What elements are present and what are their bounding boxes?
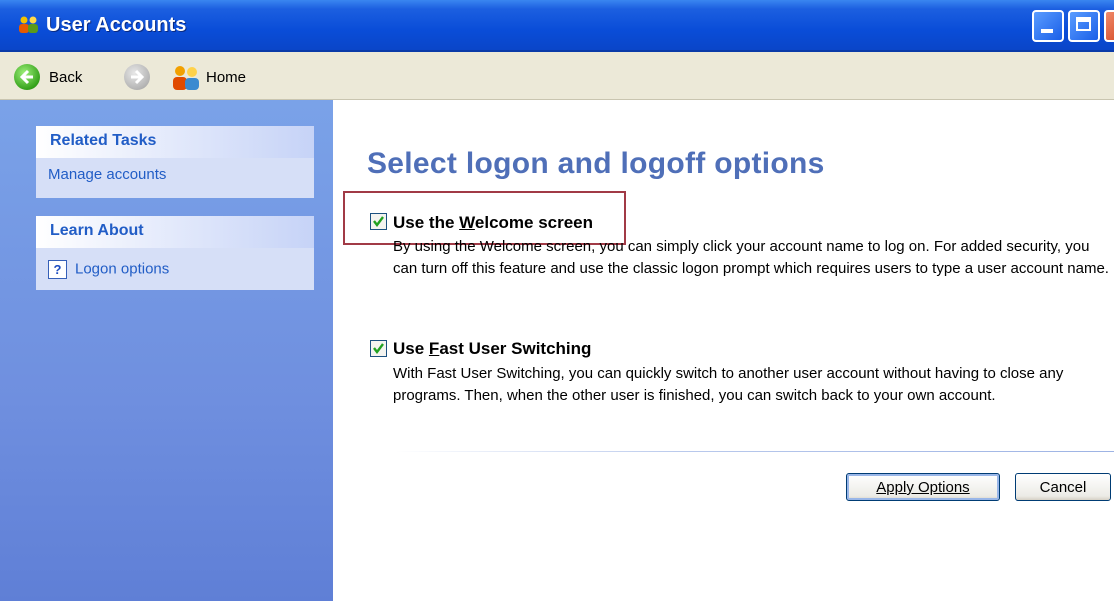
- related-tasks-heading: Related Tasks: [36, 126, 314, 158]
- manage-accounts-link[interactable]: Manage accounts: [48, 166, 314, 183]
- logon-options-label: Logon options: [75, 260, 170, 278]
- apply-options-button[interactable]: Apply Options: [846, 473, 1000, 501]
- close-button[interactable]: [1104, 10, 1114, 42]
- fast-user-switching-label[interactable]: Use Fast User Switching: [393, 339, 591, 359]
- fast-user-switching-description: With Fast User Switching, you can quickl…: [393, 365, 1064, 404]
- learn-about-heading: Learn About: [36, 216, 314, 248]
- back-button[interactable]: Back: [49, 69, 82, 86]
- divider: [395, 451, 1114, 452]
- user-accounts-icon: [19, 16, 38, 33]
- related-tasks-panel: Related Tasks Manage accounts: [36, 126, 314, 198]
- title-bar: User Accounts: [0, 0, 1114, 52]
- fast-user-switching-checkbox[interactable]: [370, 340, 387, 357]
- maximize-button[interactable]: [1068, 10, 1100, 42]
- home-users-icon[interactable]: [170, 64, 202, 92]
- learn-about-panel: Learn About ? Logon options: [36, 216, 314, 290]
- window-title: User Accounts: [46, 14, 187, 36]
- toolbar: Back Home: [0, 52, 1114, 100]
- logon-options-link[interactable]: ? Logon options: [48, 260, 314, 279]
- welcome-screen-label[interactable]: Use the Welcome screen: [393, 213, 593, 233]
- welcome-screen-checkbox[interactable]: [370, 213, 387, 230]
- minimize-button[interactable]: [1032, 10, 1064, 42]
- sidebar: Related Tasks Manage accounts Learn Abou…: [0, 100, 333, 601]
- help-icon: ?: [48, 260, 67, 279]
- welcome-screen-description: By using the Welcome screen, you can sim…: [393, 238, 1109, 277]
- back-arrow-icon[interactable]: [14, 64, 40, 90]
- cancel-button[interactable]: Cancel: [1015, 473, 1111, 501]
- page-title: Select logon and logoff options: [367, 147, 825, 180]
- forward-arrow-icon[interactable]: [124, 64, 150, 90]
- home-button[interactable]: Home: [206, 69, 246, 86]
